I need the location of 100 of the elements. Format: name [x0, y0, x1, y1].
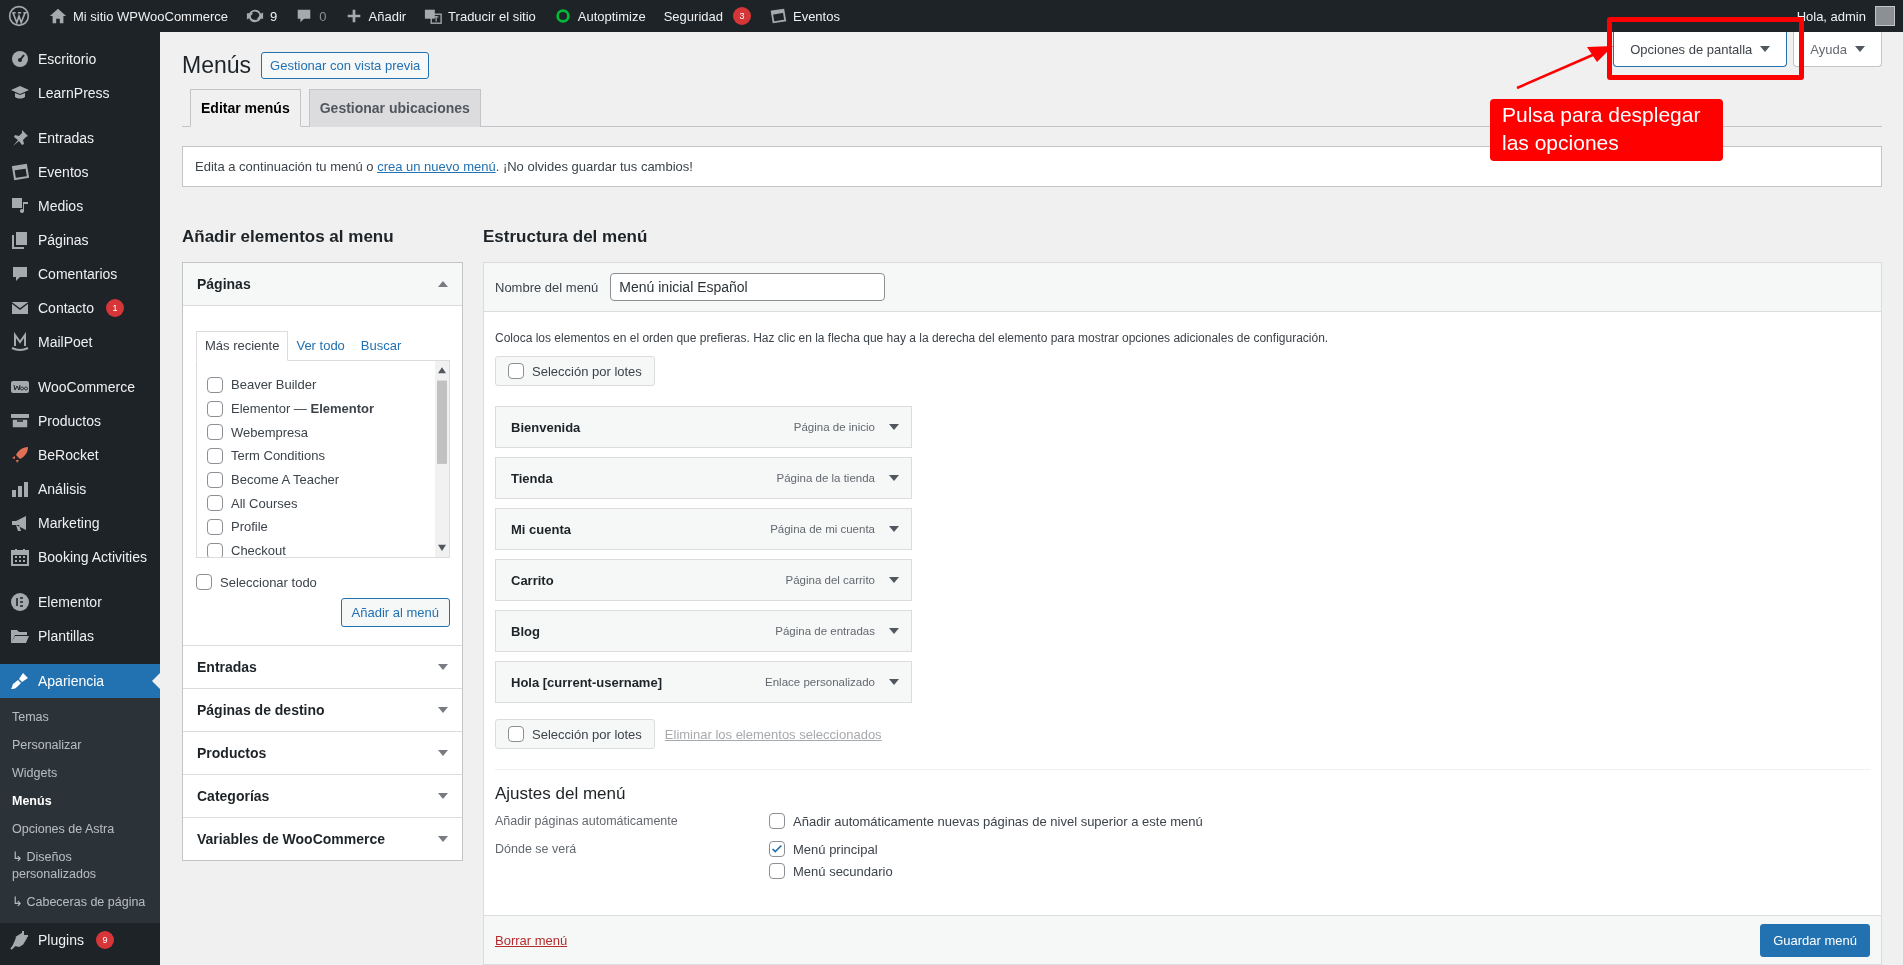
tab[interactable]: Más reciente [196, 331, 289, 361]
menu-item-type: Página de inicio [793, 421, 875, 433]
admin-bar-item[interactable]: Seguridad 3 [654, 7, 760, 25]
count-badge: 9 [95, 931, 114, 949]
menu-item-bar[interactable]: Tienda Página de la tienda [495, 457, 912, 499]
admin-bar-item[interactable]: Añadir [335, 7, 416, 25]
screen-options-button[interactable]: Opciones de pantalla [1613, 32, 1788, 67]
checkbox[interactable] [207, 471, 223, 488]
submenu-item[interactable]: Menús [0, 788, 160, 816]
checkbox[interactable] [508, 726, 524, 742]
sidebar-item[interactable]: Plantillas [0, 619, 160, 653]
menu-item-type: Página de mi cuenta [770, 523, 875, 535]
sidebar-item[interactable]: MailPoet [0, 325, 160, 359]
bulk-select-button[interactable]: Selección por lotes [495, 719, 655, 749]
accordion-header[interactable]: Páginas de destino [183, 688, 462, 731]
sidebar-item[interactable]: Medios [0, 189, 160, 223]
submenu-item[interactable]: Personalizar [0, 732, 160, 760]
admin-bar-item[interactable]: Eventos [759, 7, 849, 25]
sidebar-item[interactable]: Escritorio [0, 42, 160, 76]
wordpress-logo-icon[interactable] [8, 5, 30, 27]
tab[interactable]: Ver todo [288, 332, 353, 360]
sidebar-item[interactable]: Páginas [0, 223, 160, 257]
menu-item-bar[interactable]: Blog Página de entradas [495, 610, 912, 652]
section-heading: Añadir elementos al menu [182, 227, 395, 247]
admin-bar-item[interactable]: Autoptimize [544, 7, 655, 25]
checkbox[interactable] [769, 813, 785, 829]
menu-item-bar[interactable]: Carrito Página del carrito [495, 559, 912, 601]
menu-item-bar[interactable]: Hola [current-username] Enlace personalizado [495, 661, 912, 703]
archive-box-icon [10, 411, 30, 431]
sidebar-item[interactable]: Marketing [0, 506, 160, 540]
sidebar-item[interactable]: WooCommerce [0, 370, 160, 404]
sidebar-item[interactable]: Análisis [0, 472, 160, 506]
home-icon [49, 7, 67, 25]
triangle-icon [889, 628, 899, 634]
menu-item-bar[interactable]: Mi cuenta Página de mi cuenta [495, 508, 912, 550]
manage-preview-button[interactable]: Gestionar con vista previa [261, 52, 430, 79]
count-badge: 3 [732, 7, 751, 25]
checkbox[interactable] [207, 495, 223, 512]
translate-icon [424, 7, 443, 25]
sidebar-item[interactable]: Contacto 1 [0, 291, 160, 325]
sidebar-item[interactable]: Productos [0, 404, 160, 438]
help-button[interactable]: Ayuda [1793, 32, 1882, 67]
checkbox[interactable] [769, 841, 785, 857]
submenu-item[interactable]: ↳ Cabeceras de página [0, 889, 160, 917]
sidebar-item[interactable]: LearnPress [0, 76, 160, 110]
triangle-icon [889, 424, 899, 430]
bulk-select-button[interactable]: Selección por lotes [495, 356, 655, 386]
accordion-header[interactable]: Variables de WooCommerce [183, 817, 462, 860]
checkbox[interactable] [207, 518, 223, 535]
instructions-text: Coloca los elementos en el orden que prefieras. Haz clic en la flecha que hay a la derecha del elemento para mostrar opciones adicionales de configuración. [495, 331, 1330, 345]
checkbox[interactable] [196, 574, 212, 590]
menu-item-bar[interactable]: Bienvenida Página de inicio [495, 406, 912, 448]
sidebar-item[interactable]: Eventos [0, 155, 160, 189]
submenu-item[interactable]: Temas [0, 704, 160, 732]
checkbox[interactable] [769, 863, 785, 879]
tab[interactable]: Gestionar ubicaciones [308, 89, 481, 127]
page-title: Menús [182, 52, 252, 79]
sidebar-item[interactable]: Plugins 9 [0, 923, 160, 957]
create-menu-link[interactable]: crea un nuevo menú [377, 159, 496, 174]
accordion-header[interactable]: Categorías [183, 774, 462, 817]
pushpin-icon [10, 128, 30, 148]
sidebar-item[interactable]: Comentarios [0, 257, 160, 291]
accordion-header[interactable]: Productos [183, 731, 462, 774]
checkbox[interactable] [207, 400, 223, 417]
submenu-item[interactable]: ↳ Diseños personalizados [0, 844, 160, 889]
tab[interactable]: Buscar [352, 332, 410, 360]
admin-bar-item[interactable]: Traducir el sitio [415, 7, 545, 25]
sidebar-item[interactable]: BeRocket [0, 438, 160, 472]
menu-item-title: Carrito [511, 572, 555, 588]
accordion-header[interactable]: Entradas [183, 645, 462, 688]
admin-bar-item[interactable]: Mi sitio WPWooCommerce [40, 7, 238, 25]
page-label: All Courses [231, 495, 298, 511]
checkbox[interactable] [207, 376, 223, 393]
accordion-header[interactable]: Páginas [183, 263, 462, 306]
triangle-icon [889, 526, 899, 532]
page-label: Beaver Builder [231, 377, 317, 393]
add-to-menu-button[interactable]: Añadir al menú [340, 598, 450, 627]
sidebar-item[interactable]: Apariencia [0, 664, 160, 698]
triangle-icon [438, 707, 448, 713]
menu-name-field[interactable]: Menú inicial Español [610, 273, 886, 301]
sidebar-item[interactable]: Entradas [0, 121, 160, 155]
pages-icon [10, 230, 30, 250]
sidebar-item[interactable]: Booking Activities [0, 540, 160, 574]
checkbox[interactable] [207, 447, 223, 464]
admin-bar-item[interactable]: 9 [237, 7, 287, 25]
checkbox[interactable] [508, 363, 524, 379]
sidebar-item[interactable]: Elementor [0, 585, 160, 619]
setting-label: Dónde se verá [495, 841, 578, 858]
admin-bar-item[interactable]: 0 [286, 7, 336, 25]
submenu-item[interactable]: Opciones de Astra [0, 816, 160, 844]
bar-chart-icon [10, 479, 30, 499]
checkbox[interactable] [207, 542, 223, 557]
tab[interactable]: Editar menús [190, 89, 301, 127]
checkbox-label: Seleccionar todo [220, 574, 317, 590]
status-ring-icon [553, 7, 572, 25]
save-menu-button[interactable]: Guardar menú [1760, 923, 1870, 957]
delete-menu-link[interactable]: Borrar menú [495, 932, 568, 948]
checkbox[interactable] [207, 424, 223, 441]
speech-bubble-icon [10, 264, 30, 284]
submenu-item[interactable]: Widgets [0, 760, 160, 788]
